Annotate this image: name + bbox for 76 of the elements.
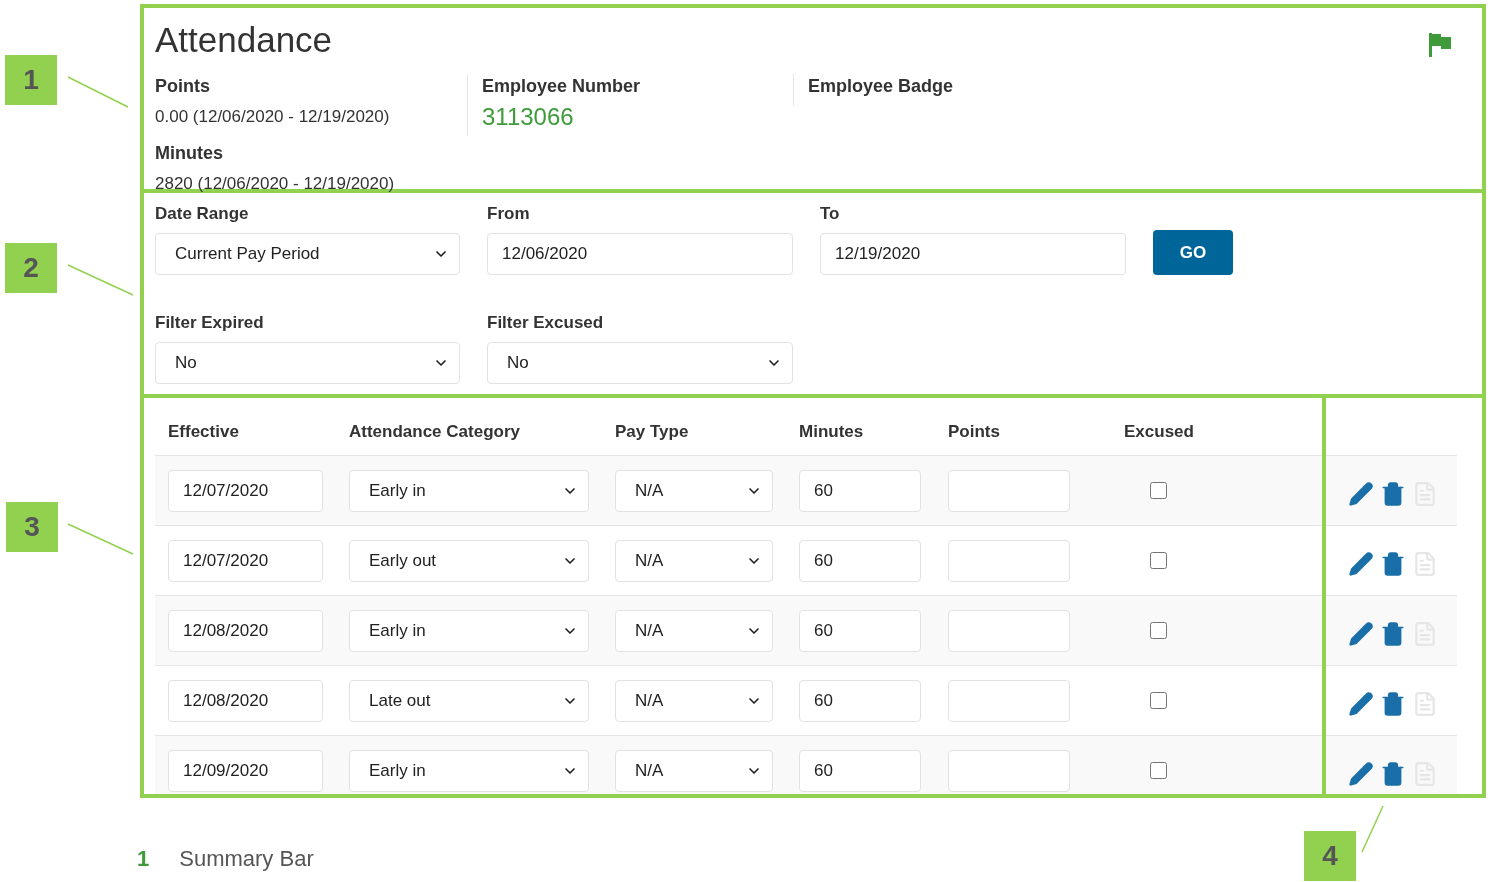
column-header: Pay Type <box>615 421 690 443</box>
pay-type-dropdown[interactable]: N/A <box>615 539 773 582</box>
filter-excused-dropdown[interactable]: No <box>487 342 793 384</box>
trash-icon[interactable] <box>1380 620 1406 647</box>
excused-checkbox[interactable] <box>1150 692 1167 709</box>
category-dropdown[interactable]: Early in <box>349 609 589 652</box>
points-field[interactable] <box>948 679 1070 722</box>
employee-number: 3113066 <box>482 102 575 132</box>
points-field[interactable] <box>948 539 1070 582</box>
employee-badge-label: Employee Badge <box>808 75 954 98</box>
category-dropdown[interactable]: Early in <box>349 749 589 792</box>
excused-checkbox[interactable] <box>1150 482 1167 499</box>
points-field[interactable] <box>948 749 1070 792</box>
leader-line <box>67 264 134 296</box>
from-date-field[interactable]: 12/06/2020 <box>487 233 793 275</box>
leader-line <box>67 76 129 108</box>
points-value: 0.00 (12/06/2020 - 12/19/2020) <box>155 106 391 128</box>
trash-icon[interactable] <box>1380 550 1406 577</box>
effective-date-field[interactable]: 12/08/2020 <box>168 679 323 722</box>
edit-icon[interactable] <box>1348 480 1374 507</box>
filter-expired-label: Filter Expired <box>155 312 265 334</box>
to-date-field[interactable]: 12/19/2020 <box>820 233 1126 275</box>
points-field[interactable] <box>948 609 1070 652</box>
effective-date-field[interactable]: 12/07/2020 <box>168 469 323 512</box>
legend-number: 1 <box>137 845 150 873</box>
callout-number: 3 <box>6 502 58 552</box>
employee-number-label: Employee Number <box>482 75 642 98</box>
minutes-field[interactable]: 60 <box>799 679 921 722</box>
column-header: Minutes <box>799 421 865 443</box>
column-header: Effective <box>168 421 240 443</box>
effective-date-field[interactable]: 12/08/2020 <box>168 609 323 652</box>
trash-icon[interactable] <box>1380 690 1406 717</box>
minutes-field[interactable]: 60 <box>799 469 921 512</box>
effective-date-field[interactable]: 12/09/2020 <box>168 749 323 792</box>
minutes-field[interactable]: 60 <box>799 609 921 652</box>
minutes-label: Minutes <box>155 142 224 165</box>
category-dropdown[interactable]: Late out <box>349 679 589 722</box>
category-dropdown[interactable]: Early out <box>349 539 589 582</box>
pay-type-dropdown[interactable]: N/A <box>615 609 773 652</box>
category-dropdown[interactable]: Early in <box>349 469 589 512</box>
excused-checkbox[interactable] <box>1150 762 1167 779</box>
flag-icon <box>1428 32 1452 58</box>
leader-line <box>67 523 134 555</box>
filter-excused-label: Filter Excused <box>487 312 605 334</box>
pay-type-dropdown[interactable]: N/A <box>615 469 773 512</box>
points-label: Points <box>155 75 211 98</box>
edit-icon[interactable] <box>1348 550 1374 577</box>
callout-number: 1 <box>5 55 57 105</box>
from-label: From <box>487 203 531 225</box>
callout-number: 4 <box>1304 831 1356 881</box>
edit-icon[interactable] <box>1348 760 1374 787</box>
edit-icon[interactable] <box>1348 620 1374 647</box>
points-field[interactable] <box>948 469 1070 512</box>
column-header: Points <box>948 421 1001 443</box>
edit-icon[interactable] <box>1348 690 1374 717</box>
pay-type-dropdown[interactable]: N/A <box>615 679 773 722</box>
legend-label: Summary Bar <box>179 845 314 873</box>
trash-icon[interactable] <box>1380 760 1406 787</box>
effective-date-field[interactable]: 12/07/2020 <box>168 539 323 582</box>
excused-checkbox[interactable] <box>1150 552 1167 569</box>
trash-icon[interactable] <box>1380 480 1406 507</box>
filter-expired-dropdown[interactable]: No <box>155 342 460 384</box>
to-label: To <box>820 203 841 225</box>
column-header: Excused <box>1124 421 1195 443</box>
go-button[interactable]: GO <box>1153 230 1233 275</box>
date-range-label: Date Range <box>155 203 250 225</box>
date-range-dropdown[interactable]: Current Pay Period <box>155 233 460 275</box>
excused-checkbox[interactable] <box>1150 622 1167 639</box>
page-title: Attendance <box>155 19 333 61</box>
minutes-value: 2820 (12/06/2020 - 12/19/2020) <box>155 173 396 195</box>
minutes-field[interactable]: 60 <box>799 539 921 582</box>
leader-line <box>1361 805 1384 853</box>
minutes-field[interactable]: 60 <box>799 749 921 792</box>
pay-type-dropdown[interactable]: N/A <box>615 749 773 792</box>
column-header: Attendance Category <box>349 421 521 443</box>
callout-number: 2 <box>5 243 57 293</box>
